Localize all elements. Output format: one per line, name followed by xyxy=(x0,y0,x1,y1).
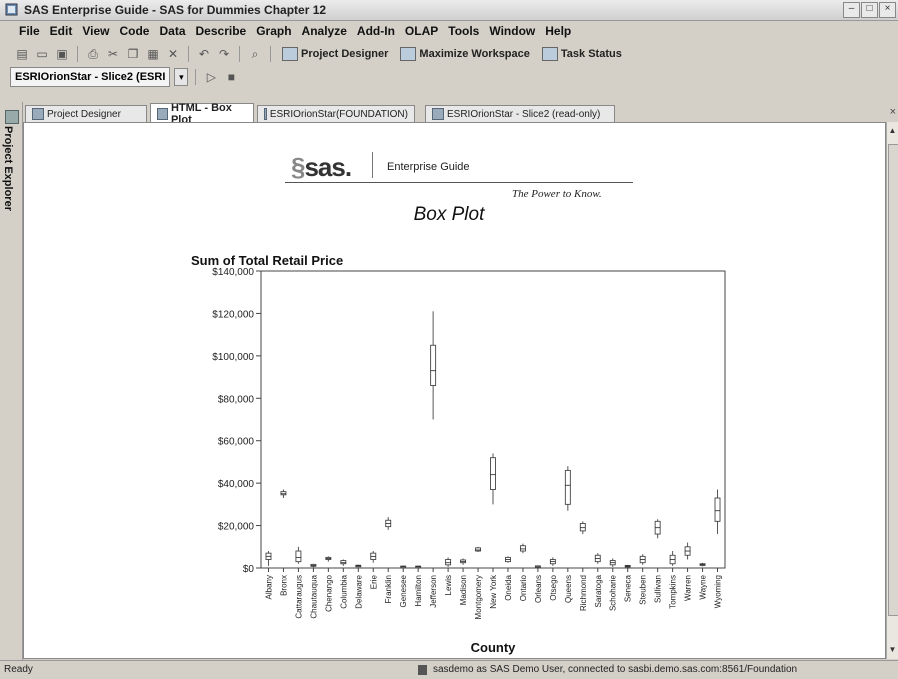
x-tick-label: Seneca xyxy=(624,574,633,602)
y-tick-label: $0 xyxy=(243,564,255,575)
x-axis-label: County xyxy=(471,640,517,655)
box-richmond xyxy=(579,523,586,532)
server-icon xyxy=(418,664,427,675)
y-tick-label: $120,000 xyxy=(212,309,254,320)
x-tick-label: Montgomery xyxy=(474,575,483,619)
x-tick-label: Chautauqua xyxy=(309,574,318,618)
x-tick-label: Schoharie xyxy=(609,574,618,611)
x-tick-label: Cattaraugus xyxy=(294,575,303,619)
x-tick-label: Queens xyxy=(564,575,573,603)
x-tick-label: Bronx xyxy=(279,575,288,596)
status-text: Ready xyxy=(4,664,33,675)
box-queens xyxy=(564,469,571,505)
x-tick-label: Sullivan xyxy=(654,575,663,603)
x-tick-label: Wyoming xyxy=(714,575,723,608)
y-tick-label: $140,000 xyxy=(212,267,254,278)
x-tick-label: Columbia xyxy=(339,574,348,608)
status-bar: Ready sasdemo as SAS Demo User, connecte… xyxy=(0,660,898,679)
box-montgomery xyxy=(475,547,481,552)
connection-text: sasdemo as SAS Demo User, connected to s… xyxy=(433,664,798,675)
y-tick-label: $80,000 xyxy=(218,394,255,405)
y-tick-label: $20,000 xyxy=(218,522,255,533)
box-bronx xyxy=(280,491,287,496)
x-tick-label: Lewis xyxy=(444,575,453,595)
box-cattaraugus xyxy=(295,550,302,563)
x-tick-label: Wayne xyxy=(699,574,708,599)
box-wyoming xyxy=(714,497,721,522)
box-columbia xyxy=(340,560,347,565)
x-tick-label: Albany xyxy=(264,575,273,599)
y-tick-label: $60,000 xyxy=(218,437,255,448)
box-ontario xyxy=(519,545,526,552)
box-new-york xyxy=(490,457,496,490)
x-tick-label: Chenango xyxy=(324,574,333,611)
connection-status: sasdemo as SAS Demo User, connected to s… xyxy=(418,664,797,675)
x-tick-label: Madison xyxy=(459,575,468,605)
x-tick-label: Franklin xyxy=(384,575,393,603)
x-tick-label: Oneida xyxy=(504,574,513,600)
x-tick-label: Steuben xyxy=(639,575,648,605)
x-tick-label: Delaware xyxy=(354,574,363,608)
app-window: SAS Enterprise Guide - SAS for Dummies C… xyxy=(0,0,898,679)
box-lewis xyxy=(445,559,452,566)
x-tick-label: Otsego xyxy=(549,574,558,600)
x-tick-label: Hamilton xyxy=(414,575,423,607)
x-tick-label: Erie xyxy=(369,574,378,589)
x-tick-label: Jefferson xyxy=(429,575,438,608)
x-tick-label: Saratoga xyxy=(594,574,603,607)
box-plot-chart: Sum of Total Retail Price $0 $20,000 $40,00… xyxy=(191,253,726,655)
x-tick-label: Orleans xyxy=(534,575,543,603)
x-tick-label: Ontario xyxy=(519,574,528,601)
y-tick-label: $100,000 xyxy=(212,352,254,363)
x-tick-label: Warren xyxy=(684,575,693,601)
x-tick-label: New York xyxy=(489,574,498,609)
x-tick-label: Tompkins xyxy=(669,575,678,609)
x-tick-label: Genesee xyxy=(399,574,408,607)
x-tick-label: Richmond xyxy=(579,575,588,611)
y-tick-label: $40,000 xyxy=(218,479,255,490)
y-axis-label: Sum of Total Retail Price xyxy=(191,253,343,268)
box-jefferson xyxy=(430,344,437,387)
